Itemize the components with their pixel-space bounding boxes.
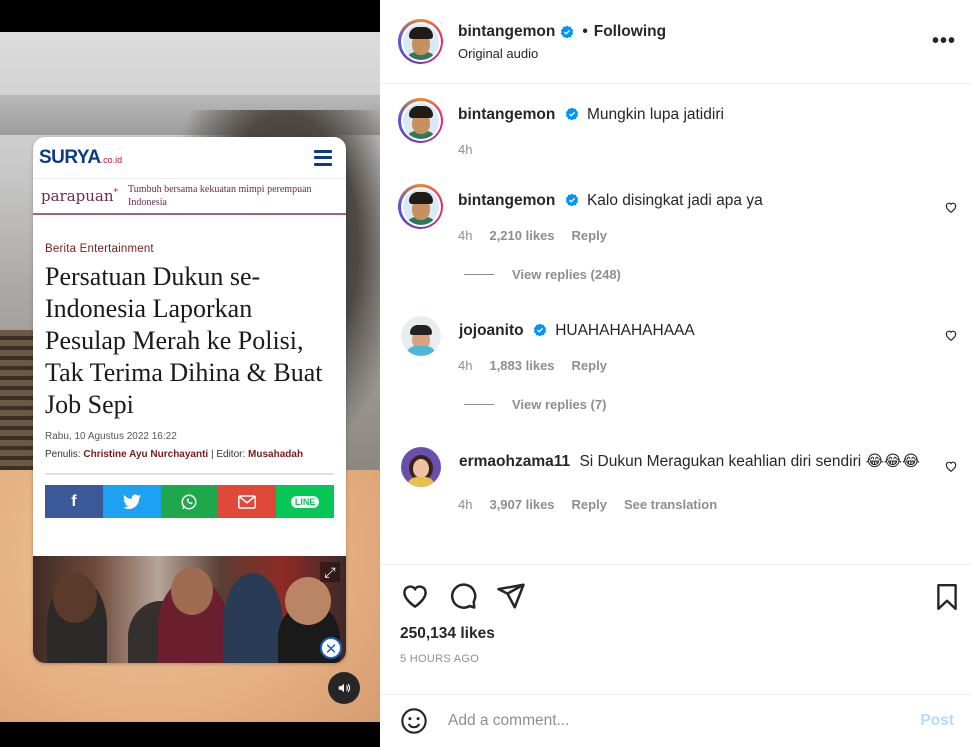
comment-item: bintangemon Mungkin lupa jatidiri 4h [398,98,958,157]
bookmark-icon[interactable] [934,583,960,611]
avatar[interactable] [401,316,441,356]
comment-input[interactable] [448,712,898,730]
comment-text: HUAHAHAHAHAAA [555,322,695,339]
surya-logo: SURYA.co.id [39,146,123,168]
twitter-icon [102,485,161,518]
share-paper-plane-icon[interactable] [496,581,526,611]
original-audio-link[interactable]: Original audio [458,46,666,61]
article-photo: ⤢ ✕ [33,556,346,663]
avatar[interactable] [398,98,443,143]
emoji-icon[interactable] [400,707,428,735]
like-heart-icon[interactable] [944,328,958,342]
facebook-icon: f [45,485,103,518]
like-heart-icon[interactable] [944,459,958,473]
avatar[interactable] [398,184,443,229]
comment-text: Mungkin lupa jatidiri [586,106,724,123]
post-actions: 250,134 likes 5 HOURS AGO [380,564,972,694]
post-panel: bintangemon • Following Original audio •… [380,0,972,747]
comment-list[interactable]: bintangemon Mungkin lupa jatidiri 4h bin… [380,84,972,564]
reply-button[interactable]: Reply [572,228,607,243]
comment-username[interactable]: ermaohzama11 [459,453,570,470]
likes-count[interactable]: 250,134 likes [380,625,972,643]
avatar[interactable] [398,19,443,64]
comment-likes[interactable]: 2,210 likes [489,228,554,243]
comment-item: jojoanito HUAHAHAHAHAAA 4h 1,883 likes R… [398,314,958,412]
partner-tagline: Tumbuh bersama kekuatan mimpi perempuan … [128,184,312,208]
article-date: Rabu, 10 Agustus 2022 16:22 [45,431,177,442]
article-category: Berita Entertainment [45,243,154,255]
avatar[interactable] [401,447,441,487]
share-bar: f LINE [45,485,334,518]
speaker-icon [338,683,351,693]
reel-video[interactable]: SURYA.co.id parapuan* Tumbuh bersama kek… [0,0,380,747]
comment-username[interactable]: bintangemon [458,192,555,209]
separator-dot: • [582,22,588,40]
comment-text: Si Dukun Meragukan keahlian diri sendiri… [579,453,920,470]
post-header: bintangemon • Following Original audio •… [380,0,972,84]
close-icon: ✕ [320,637,342,659]
whatsapp-icon [160,485,219,518]
comment-item: ermaohzama11 Si Dukun Meragukan keahlian… [398,445,958,512]
news-article-card: SURYA.co.id parapuan* Tumbuh bersama kek… [33,137,346,663]
post-timestamp: 5 HOURS AGO [400,653,480,665]
line-icon: LINE [276,485,334,518]
view-replies-button[interactable]: View replies (248) [464,267,958,282]
comment-time: 4h [458,228,473,243]
menu-icon [314,149,332,166]
view-replies-button[interactable]: View replies (7) [464,397,958,412]
comment-time: 4h [458,497,473,512]
comment-likes[interactable]: 3,907 likes [489,497,554,512]
like-heart-icon[interactable] [944,200,958,214]
comment-item: bintangemon Kalo disingkat jadi apa ya 4… [398,184,958,282]
more-options-icon[interactable]: ••• [932,30,956,53]
mute-toggle-button[interactable] [328,672,360,704]
comment-username[interactable]: jojoanito [459,322,524,339]
following-button[interactable]: Following [594,23,666,41]
verified-badge-icon [565,107,578,121]
comment-likes[interactable]: 1,883 likes [489,358,554,373]
comment-text: Kalo disingkat jadi apa ya [586,192,763,209]
comment-composer: Post [380,694,972,747]
verified-badge-icon [533,323,547,337]
article-byline: Penulis: Christine Ayu Nurchayanti | Edi… [45,449,304,460]
mail-icon [218,485,277,518]
article-site-header: SURYA.co.id [33,137,346,179]
article-headline: Persatuan Dukun se-Indonesia Laporkan Pe… [45,262,323,419]
comment-bubble-icon[interactable] [448,581,478,611]
verified-badge-icon [561,25,574,38]
verified-badge-icon [565,193,578,207]
reply-button[interactable]: Reply [572,358,607,373]
expand-icon: ⤢ [320,562,340,582]
post-comment-button[interactable]: Post [920,712,954,730]
comment-username[interactable]: bintangemon [458,106,555,123]
like-heart-icon[interactable] [400,581,430,611]
parapuan-logo: parapuan* [41,187,119,205]
partner-banner: parapuan* Tumbuh bersama kekuatan mimpi … [33,179,346,215]
see-translation-button[interactable]: See translation [624,497,717,512]
post-author-username[interactable]: bintangemon [458,23,555,41]
comment-time: 4h [458,142,473,157]
comment-time: 4h [458,358,473,373]
reply-button[interactable]: Reply [572,497,607,512]
